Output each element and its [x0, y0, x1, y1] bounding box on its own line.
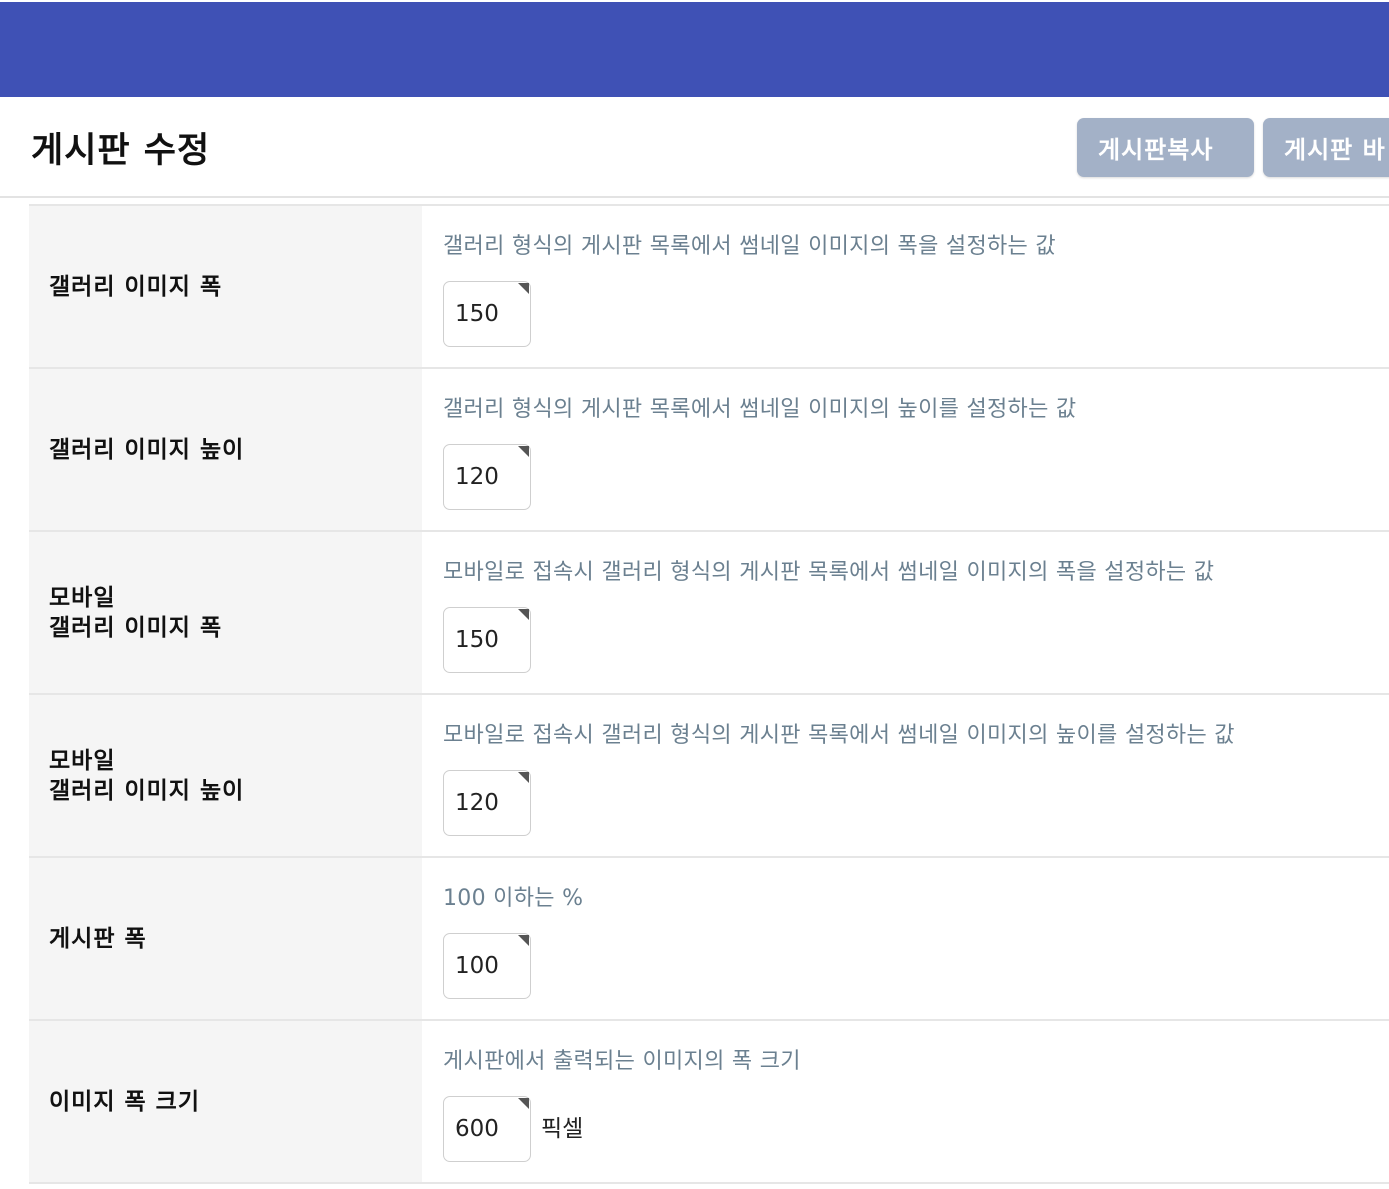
- setting-row-gallery-height: 갤러리 이미지 높이 갤러리 형식의 게시판 목록에서 썸네일 이미지의 높이를…: [29, 369, 1389, 532]
- setting-input-wrap: [443, 770, 531, 836]
- setting-value-cell: 모바일로 접속시 갤러리 형식의 게시판 목록에서 썸네일 이미지의 폭을 설정…: [422, 532, 1389, 693]
- unit-label: 픽셀: [541, 1116, 584, 1142]
- copy-board-button[interactable]: 게시판복사: [1077, 118, 1254, 177]
- page-title: 게시판 수정: [31, 131, 211, 171]
- input-box: [443, 933, 531, 999]
- setting-label-cell: 갤러리 이미지 높이: [29, 369, 422, 530]
- setting-label: 갤러리 이미지 폭: [49, 273, 223, 300]
- setting-help-text: 갤러리 형식의 게시판 목록에서 썸네일 이미지의 폭을 설정하는 값: [443, 234, 1056, 259]
- setting-label-cell: 게시판 폭: [29, 858, 422, 1019]
- setting-input-wrap: [443, 607, 531, 673]
- resize-handle-icon[interactable]: [518, 609, 529, 620]
- setting-value-cell: 게시판에서 출력되는 이미지의 폭 크기 픽셀: [422, 1021, 1389, 1182]
- resize-handle-icon[interactable]: [518, 283, 529, 294]
- input-box: [443, 444, 531, 510]
- setting-row-image-width: 이미지 폭 크기 게시판에서 출력되는 이미지의 폭 크기 픽셀: [29, 1021, 1389, 1184]
- resize-handle-icon[interactable]: [518, 446, 529, 457]
- setting-input-wrap: [443, 281, 531, 347]
- setting-help-text: 모바일로 접속시 갤러리 형식의 게시판 목록에서 썸네일 이미지의 높이를 설…: [443, 723, 1235, 748]
- setting-value-cell: 모바일로 접속시 갤러리 형식의 게시판 목록에서 썸네일 이미지의 높이를 설…: [422, 695, 1389, 856]
- setting-label: 모바일 갤러리 이미지 높이: [49, 747, 245, 804]
- setting-help-text: 100 이하는 %: [443, 886, 584, 911]
- setting-row-mobile-gallery-height: 모바일 갤러리 이미지 높이 모바일로 접속시 갤러리 형식의 게시판 목록에서…: [29, 695, 1389, 858]
- setting-label: 게시판 폭: [49, 925, 147, 952]
- setting-label-cell: 갤러리 이미지 폭: [29, 206, 422, 367]
- setting-label: 모바일 갤러리 이미지 폭: [49, 584, 223, 641]
- setting-row-gallery-width: 갤러리 이미지 폭 갤러리 형식의 게시판 목록에서 썸네일 이미지의 폭을 설…: [29, 206, 1389, 369]
- setting-value-cell: 갤러리 형식의 게시판 목록에서 썸네일 이미지의 폭을 설정하는 값: [422, 206, 1389, 367]
- setting-label: 갤러리 이미지 높이: [49, 436, 245, 463]
- setting-value-cell: 100 이하는 %: [422, 858, 1389, 1019]
- input-box: [443, 770, 531, 836]
- input-box: [443, 281, 531, 347]
- settings-table: 갤러리 이미지 폭 갤러리 형식의 게시판 목록에서 썸네일 이미지의 폭을 설…: [29, 204, 1389, 1184]
- setting-input-wrap: [443, 444, 531, 510]
- resize-handle-icon[interactable]: [518, 772, 529, 783]
- resize-handle-icon[interactable]: [518, 1098, 529, 1109]
- setting-row-board-width: 게시판 폭 100 이하는 %: [29, 858, 1389, 1021]
- input-box: [443, 607, 531, 673]
- page-header: 게시판 수정 게시판복사 게시판 바: [0, 97, 1389, 198]
- setting-label-cell: 이미지 폭 크기: [29, 1021, 422, 1182]
- setting-help-text: 모바일로 접속시 갤러리 형식의 게시판 목록에서 썸네일 이미지의 폭을 설정…: [443, 560, 1215, 585]
- setting-input-wrap: [443, 933, 531, 999]
- setting-help-text: 게시판에서 출력되는 이미지의 폭 크기: [443, 1049, 801, 1074]
- board-manage-button[interactable]: 게시판 바: [1263, 118, 1389, 177]
- setting-value-cell: 갤러리 형식의 게시판 목록에서 썸네일 이미지의 높이를 설정하는 값: [422, 369, 1389, 530]
- input-box: [443, 1096, 531, 1162]
- setting-label-cell: 모바일 갤러리 이미지 높이: [29, 695, 422, 856]
- setting-input-wrap: 픽셀: [443, 1096, 583, 1162]
- setting-row-mobile-gallery-width: 모바일 갤러리 이미지 폭 모바일로 접속시 갤러리 형식의 게시판 목록에서 …: [29, 532, 1389, 695]
- setting-label-cell: 모바일 갤러리 이미지 폭: [29, 532, 422, 693]
- setting-help-text: 갤러리 형식의 게시판 목록에서 썸네일 이미지의 높이를 설정하는 값: [443, 397, 1077, 422]
- top-app-bar: [0, 2, 1389, 97]
- setting-label: 이미지 폭 크기: [49, 1088, 200, 1115]
- resize-handle-icon[interactable]: [518, 935, 529, 946]
